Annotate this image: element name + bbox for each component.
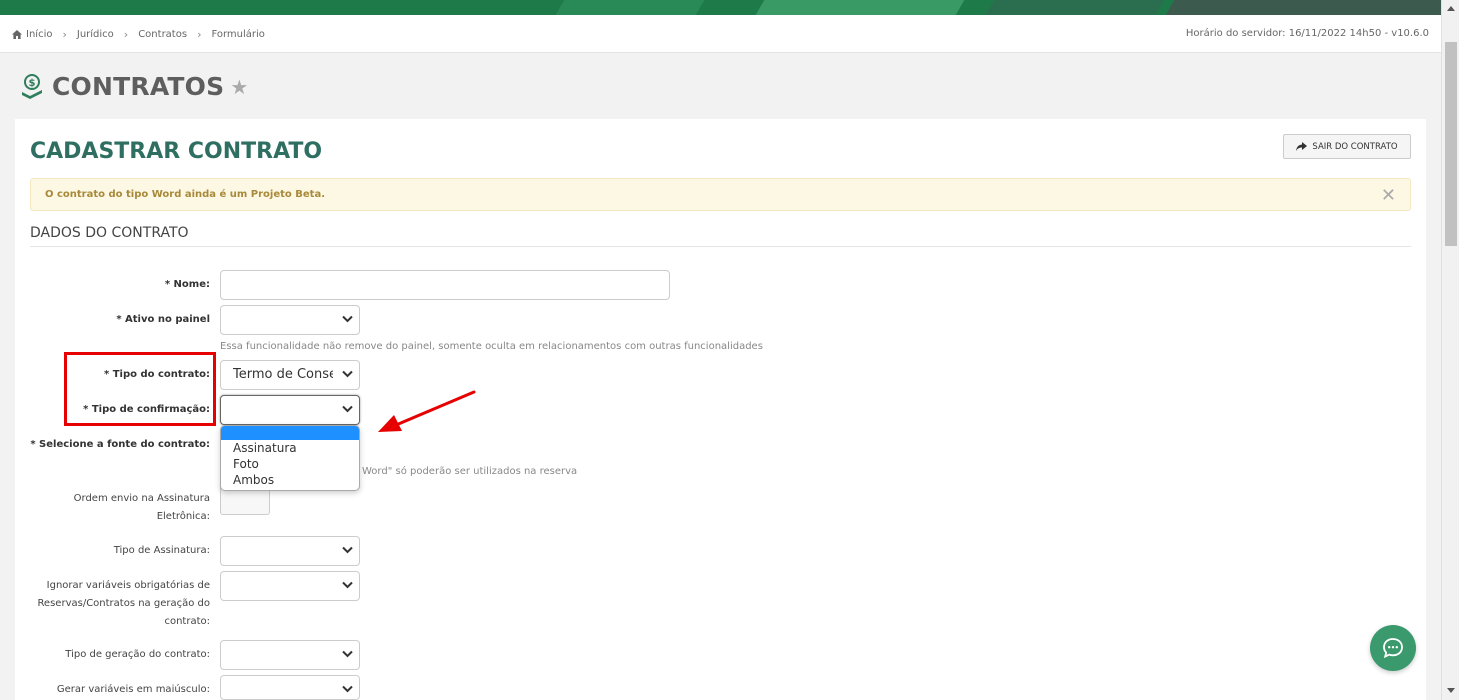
- nome-label: * Nome:: [164, 279, 210, 290]
- chat-button[interactable]: [1370, 625, 1416, 671]
- chevron-down-icon: [342, 405, 353, 413]
- chevron-down-icon: [342, 685, 353, 693]
- breadcrumb-bar: Início › Jurídico › Contratos › Formulár…: [0, 15, 1441, 53]
- chevron-right-icon: ›: [123, 28, 129, 41]
- share-arrow-icon: [1296, 142, 1308, 151]
- chevron-right-icon: ›: [62, 28, 67, 41]
- arrow-annotation-icon: [378, 390, 476, 432]
- breadcrumb: Início › Jurídico › Contratos › Formulár…: [12, 28, 265, 41]
- tipo-assinatura-label: Tipo de Assinatura:: [113, 545, 210, 556]
- home-icon: [12, 30, 22, 39]
- scroll-down-icon[interactable]: [1447, 688, 1455, 693]
- maiusculo-label: Gerar variáveis em maiúsculo:: [56, 684, 210, 695]
- close-icon[interactable]: ✕: [1381, 185, 1396, 206]
- star-icon[interactable]: ★: [230, 75, 248, 99]
- money-hand-icon: $: [22, 73, 42, 99]
- ignorar-label-line2: Reservas/Contratos na geração do: [37, 598, 210, 609]
- dropdown-option-ambos[interactable]: Ambos: [221, 472, 359, 488]
- chevron-down-icon: [342, 581, 353, 589]
- tipo-contrato-select[interactable]: Termo de Consentimento: [220, 360, 360, 390]
- tipo-confirmacao-select[interactable]: [220, 395, 360, 425]
- fonte-label: * Selecione a fonte do contrato:: [30, 439, 210, 450]
- chevron-down-icon: [342, 370, 353, 378]
- alert-text: O contrato do tipo Word ainda é um Proje…: [45, 189, 326, 200]
- ignorar-variaveis-select[interactable]: [220, 571, 360, 601]
- ativo-help-text: Essa funcionalidade não remove do painel…: [220, 341, 763, 352]
- page-scrollbar[interactable]: [1441, 0, 1459, 700]
- dropdown-option-assinatura[interactable]: Assinatura: [221, 440, 359, 456]
- beta-alert: O contrato do tipo Word ainda é um Proje…: [30, 178, 1411, 211]
- ativo-select[interactable]: [220, 305, 360, 335]
- fonte-help-text: Word" só poderão ser utilizados na reser…: [362, 466, 578, 477]
- dropdown-option-empty[interactable]: [221, 426, 359, 440]
- chat-icon: [1383, 638, 1403, 659]
- breadcrumb-contratos[interactable]: Contratos: [138, 29, 187, 40]
- breadcrumb-inicio[interactable]: Início: [26, 29, 52, 40]
- chevron-down-icon: [342, 650, 353, 658]
- tipo-geracao-select[interactable]: [220, 640, 360, 670]
- top-brand-bar: [0, 0, 1441, 15]
- exit-contract-label: SAIR DO CONTRATO: [1312, 141, 1398, 152]
- tipo-contrato-value: Termo de Consentimento: [233, 367, 333, 382]
- dropdown-option-foto[interactable]: Foto: [221, 456, 359, 472]
- tipo-geracao-label: Tipo de geração do contrato:: [65, 649, 210, 660]
- server-time: Horário do servidor: 16/11/2022 14h50 - …: [1185, 28, 1429, 39]
- page-title: CONTRATOS: [52, 72, 225, 101]
- maiusculo-select[interactable]: [220, 675, 360, 700]
- chevron-right-icon: ›: [197, 28, 202, 41]
- ordem-label-line2: Eletrônica:: [156, 511, 210, 522]
- chevron-down-icon: [342, 546, 353, 554]
- ativo-label: * Ativo no painel: [116, 314, 210, 325]
- svg-text:$: $: [29, 78, 36, 89]
- section-title: DADOS DO CONTRATO: [30, 225, 1411, 247]
- breadcrumb-formulario: Formulário: [211, 29, 265, 40]
- chevron-down-icon: [342, 315, 353, 323]
- scrollbar-thumb[interactable]: [1445, 42, 1457, 246]
- exit-contract-button[interactable]: SAIR DO CONTRATO: [1283, 134, 1411, 159]
- scroll-up-icon[interactable]: [1447, 6, 1455, 11]
- form-title: CADASTRAR CONTRATO: [30, 139, 323, 164]
- highlight-annotation: [64, 352, 216, 426]
- ordem-label-line1: Ordem envio na Assinatura: [73, 493, 210, 504]
- tipo-confirmacao-dropdown: Assinatura Foto Ambos: [220, 425, 360, 491]
- ignorar-label-line3: contrato:: [164, 616, 210, 627]
- ignorar-label-line1: Ignorar variáveis obrigatórias de: [46, 580, 210, 591]
- breadcrumb-juridico[interactable]: Jurídico: [77, 29, 114, 40]
- tipo-assinatura-select[interactable]: [220, 536, 360, 566]
- nome-input[interactable]: [220, 270, 670, 300]
- page-header: $ CONTRATOS ★: [20, 72, 248, 101]
